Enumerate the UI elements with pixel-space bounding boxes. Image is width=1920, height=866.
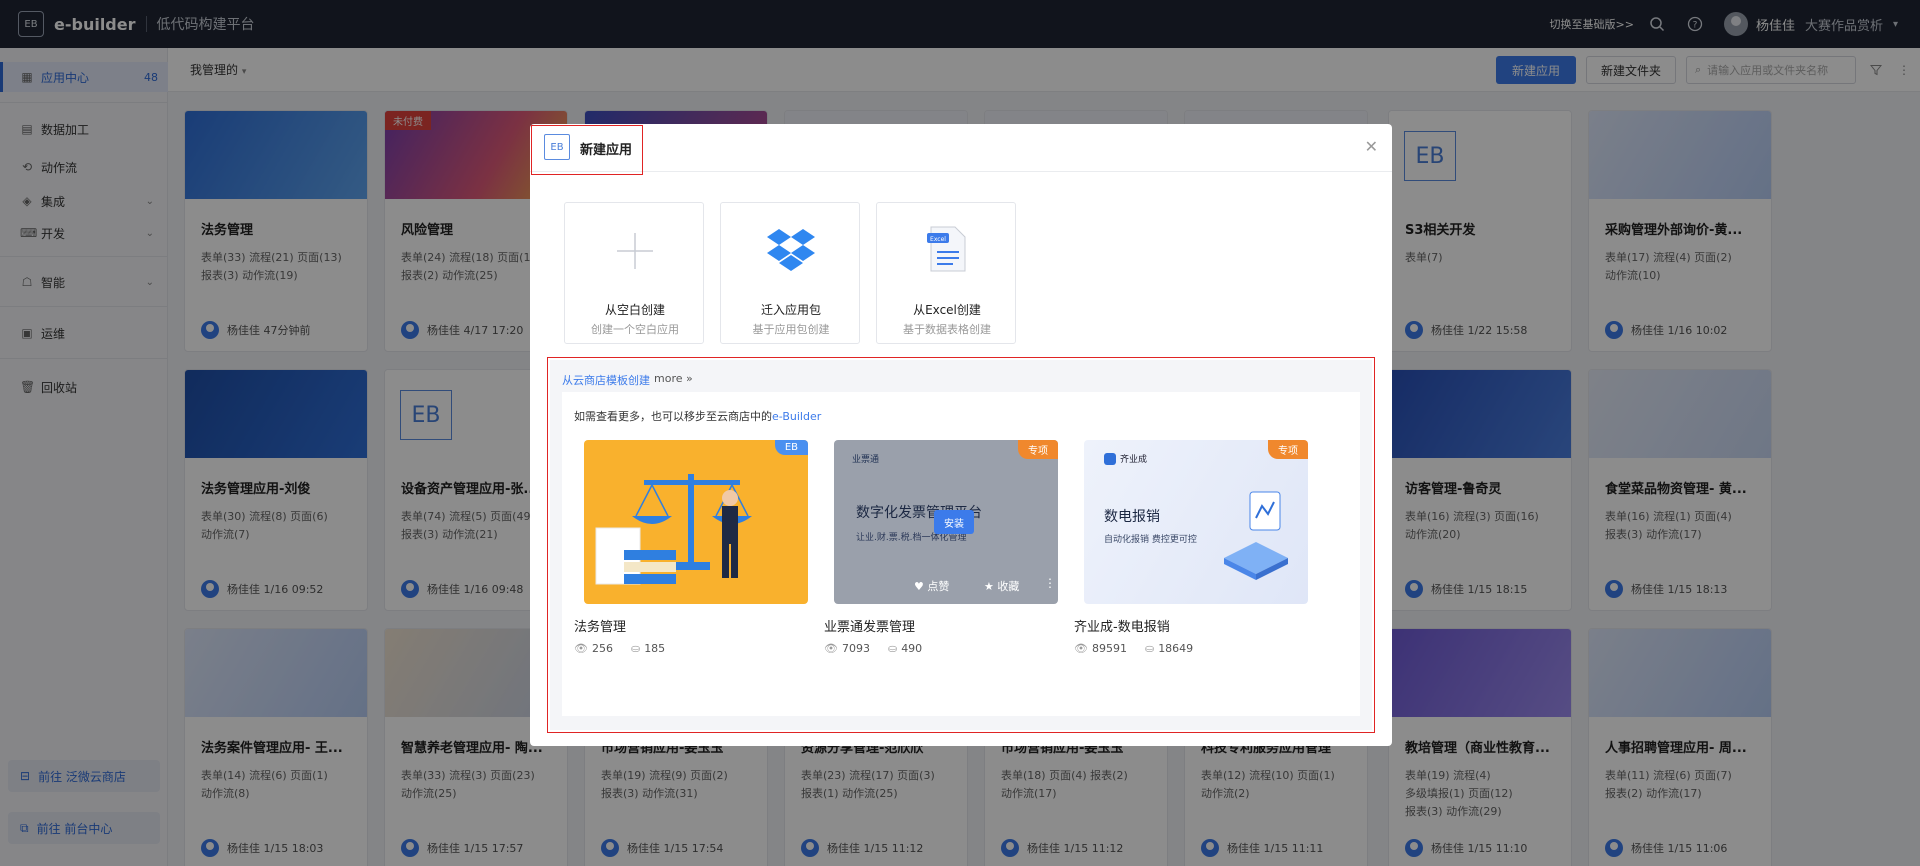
option-title: 从空白创建 — [604, 303, 665, 317]
import-package-option[interactable]: 迁入应用包 基于应用包创建 — [720, 202, 860, 344]
option-title: 从Excel创建 — [913, 303, 981, 317]
new-app-dialog: EB 新建应用 ✕ 从空白创建 创建一个空白应用 迁入应用包 基于应用包创建 E… — [530, 124, 1392, 746]
option-subtitle: 基于应用包创建 — [752, 323, 830, 336]
highlight-box — [531, 125, 643, 175]
option-subtitle: 创建一个空白应用 — [591, 323, 679, 336]
create-from-excel-option[interactable]: Excel 从Excel创建 基于数据表格创建 — [876, 202, 1016, 344]
package-icon — [767, 229, 815, 271]
highlight-box — [547, 357, 1375, 733]
excel-icon: Excel — [927, 226, 966, 272]
create-blank-option[interactable]: 从空白创建 创建一个空白应用 — [564, 202, 704, 344]
close-icon[interactable]: ✕ — [1365, 137, 1378, 156]
plus-icon — [617, 233, 653, 269]
option-subtitle: 基于数据表格创建 — [903, 323, 991, 336]
dialog-header: EB 新建应用 ✕ — [530, 124, 1392, 172]
option-title: 迁入应用包 — [760, 303, 821, 317]
svg-text:Excel: Excel — [930, 236, 946, 243]
